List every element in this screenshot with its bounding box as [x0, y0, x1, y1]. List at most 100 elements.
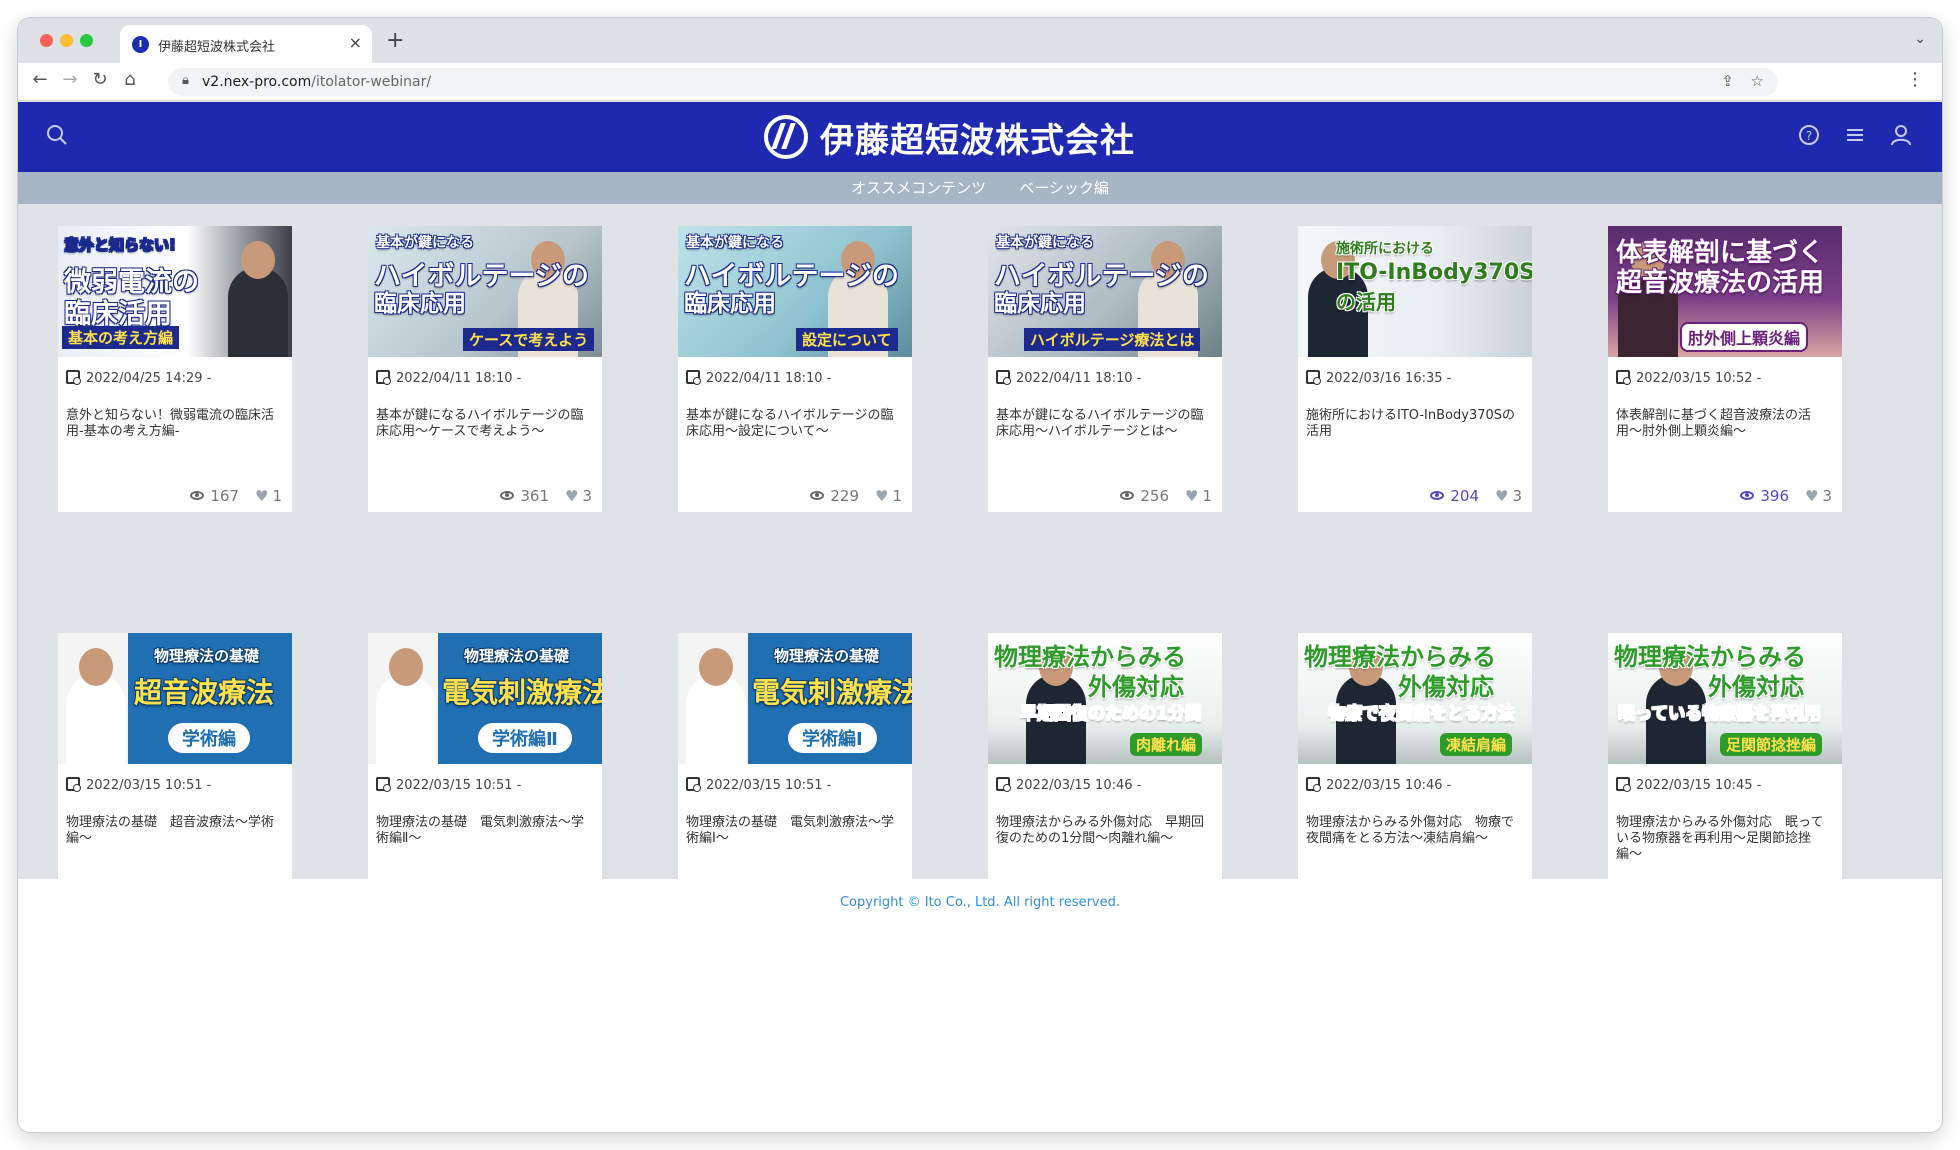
- calendar-icon: [686, 370, 701, 385]
- video-card[interactable]: 基本が鍵になる ハイボルテージの 臨床応用 ハイボルテージ療法とは 2022/04/11…: [988, 226, 1222, 512]
- video-title[interactable]: 基本が鍵になるハイボルテージの臨床応用〜ハイボルテージとは〜: [996, 408, 1216, 440]
- maximize-window-button[interactable]: [80, 34, 93, 47]
- video-card[interactable]: 物理療法の基礎 電気刺激療法 学術編Ⅱ 2022/03/15 10:51 - 物理療法の…: [368, 633, 602, 919]
- sub-navigation: オススメコンテンツ ベーシック編: [18, 172, 1942, 204]
- video-title[interactable]: 基本が鍵になるハイボルテージの臨床応用〜ケースで考えよう〜: [376, 408, 596, 440]
- help-icon[interactable]: ?: [1798, 124, 1820, 152]
- video-title[interactable]: 物理療法からみる外傷対応 早期回復のための1分間〜肉離れ編〜: [996, 815, 1216, 847]
- video-thumbnail[interactable]: 物理療法の基礎 超音波療法 学術編: [58, 633, 292, 764]
- browser-menu-icon[interactable]: ⋮: [1906, 69, 1924, 90]
- subnav-item-basic[interactable]: ベーシック編: [1019, 172, 1109, 204]
- video-title[interactable]: 体表解剖に基づく超音波療法の活用〜肘外側上顆炎編〜: [1616, 408, 1836, 440]
- video-thumbnail[interactable]: 基本が鍵になる ハイボルテージの 臨床応用 ケースで考えよう: [368, 226, 602, 357]
- video-card[interactable]: 物理療法の基礎 超音波療法 学術編 2022/03/15 10:51 - 物理療法の基礎…: [58, 633, 292, 919]
- close-window-button[interactable]: [40, 34, 53, 47]
- subnav-item-recommended[interactable]: オススメコンテンツ: [851, 172, 986, 204]
- video-card[interactable]: 体表解剖に基づく 超音波療法の活用 肘外側上顆炎編 2022/03/15 10:52 …: [1608, 226, 1842, 512]
- heart-icon[interactable]: ♥: [1495, 487, 1508, 505]
- view-count: 396: [1760, 487, 1789, 505]
- heart-icon[interactable]: ♥: [1805, 487, 1818, 505]
- video-card[interactable]: 基本が鍵になる ハイボルテージの 臨床応用 設定について 2022/04/11 18:1…: [678, 226, 912, 512]
- heart-icon[interactable]: ♥: [875, 487, 888, 505]
- video-card[interactable]: 基本が鍵になる ハイボルテージの 臨床応用 ケースで考えよう 2022/04/11 18…: [368, 226, 602, 512]
- video-thumbnail[interactable]: 体表解剖に基づく 超音波療法の活用 肘外側上顆炎編: [1608, 226, 1842, 357]
- like-count: 1: [272, 487, 282, 505]
- thumbnail-badge: 凍結肩編: [1440, 733, 1513, 756]
- publish-date: 2022/04/11 18:10 -: [686, 370, 831, 386]
- publish-date-text: 2022/03/15 10:52 -: [1636, 371, 1762, 386]
- eye-icon: [1120, 491, 1135, 500]
- address-bar[interactable]: 🔒︎ v2.nex-pro.com/itolator-webinar/ ⇪ ☆: [168, 68, 1778, 96]
- video-thumbnail[interactable]: 意外と知らない! 微弱電流の 臨床活用 基本の考え方編: [58, 226, 292, 357]
- video-thumbnail[interactable]: 物理療法からみる 外傷対応 早期回復のための1分間 肉離れ編: [988, 633, 1222, 764]
- video-thumbnail[interactable]: 基本が鍵になる ハイボルテージの 臨床応用 設定について: [678, 226, 912, 357]
- favicon-icon: I: [132, 36, 149, 53]
- video-card[interactable]: 物理療法からみる 外傷対応 眠っている物療器を再利用 足関節捻挫編 2022/03/15…: [1608, 633, 1842, 919]
- bookmark-star-icon[interactable]: ☆: [1751, 72, 1764, 90]
- video-stats: 229 ♥ 1: [810, 487, 902, 505]
- publish-date-text: 2022/03/15 10:51 -: [706, 778, 832, 793]
- view-count: 229: [830, 487, 859, 505]
- close-tab-icon[interactable]: ×: [349, 33, 362, 52]
- publish-date: 2022/03/16 16:35 -: [1306, 370, 1451, 386]
- video-card[interactable]: 物理療法からみる 外傷対応 物療で夜間痛をとる方法 凍結肩編 2022/03/15 10…: [1298, 633, 1532, 919]
- thumbnail-badge: 学術編Ⅱ: [478, 723, 572, 753]
- forward-icon[interactable]: →: [58, 69, 82, 90]
- video-thumbnail[interactable]: 物理療法からみる 外傷対応 物療で夜間痛をとる方法 凍結肩編: [1298, 633, 1532, 764]
- heart-icon[interactable]: ♥: [255, 487, 268, 505]
- user-icon[interactable]: [1890, 124, 1912, 152]
- thumbnail-caption: 電気刺激療法: [442, 676, 602, 709]
- minimize-window-button[interactable]: [60, 34, 73, 47]
- video-title[interactable]: 基本が鍵になるハイボルテージの臨床応用〜設定について〜: [686, 408, 906, 440]
- video-thumbnail[interactable]: 施術所における ITO-InBody370S の活用: [1298, 226, 1532, 357]
- video-title[interactable]: 物理療法からみる外傷対応 物療で夜間痛をとる方法〜凍結肩編〜: [1306, 815, 1526, 847]
- video-title[interactable]: 物理療法の基礎 電気刺激療法〜学術編Ⅱ〜: [376, 815, 596, 847]
- thumbnail-caption: 臨床応用: [684, 291, 776, 317]
- menu-icon[interactable]: [1844, 124, 1866, 152]
- video-title[interactable]: 意外と知らない！微弱電流の臨床活用-基本の考え方編-: [66, 408, 286, 440]
- reload-icon[interactable]: ↻: [88, 69, 112, 90]
- back-icon[interactable]: ←: [28, 69, 52, 90]
- view-count: 256: [1140, 487, 1169, 505]
- presenter-head: [699, 648, 733, 686]
- video-thumbnail[interactable]: 基本が鍵になる ハイボルテージの 臨床応用 ハイボルテージ療法とは: [988, 226, 1222, 357]
- thumbnail-badge: 学術編Ⅰ: [788, 723, 877, 753]
- calendar-icon: [1306, 370, 1321, 385]
- video-thumbnail[interactable]: 物理療法からみる 外傷対応 眠っている物療器を再利用 足関節捻挫編: [1608, 633, 1842, 764]
- video-title[interactable]: 施術所におけるITO-InBody370Sの活用: [1306, 408, 1526, 440]
- logo-mark-icon: [764, 115, 808, 159]
- search-icon[interactable]: [46, 124, 68, 152]
- publish-date: 2022/03/15 10:51 -: [66, 777, 211, 793]
- video-title[interactable]: 物理療法の基礎 電気刺激療法〜学術編Ⅰ〜: [686, 815, 906, 847]
- publish-date: 2022/04/25 14:29 -: [66, 370, 211, 386]
- thumbnail-badge: 肉離れ編: [1130, 733, 1203, 756]
- chevron-down-icon[interactable]: ⌄: [1914, 31, 1926, 47]
- video-title[interactable]: 物理療法からみる外傷対応 眠っている物療器を再利用〜足関節捻挫編〜: [1616, 815, 1836, 863]
- like-count: 3: [1512, 487, 1522, 505]
- browser-tab[interactable]: I 伊藤超短波株式会社 ×: [120, 25, 372, 63]
- calendar-icon: [686, 777, 701, 792]
- copyright-text: Copyright © Ito Co., Ltd. All right rese…: [839, 895, 1121, 910]
- eye-icon: [1430, 491, 1445, 500]
- video-thumbnail[interactable]: 物理療法の基礎 電気刺激療法 学術編Ⅱ: [368, 633, 602, 764]
- video-title[interactable]: 物理療法の基礎 超音波療法〜学術編〜: [66, 815, 286, 847]
- site-logo[interactable]: 伊藤超短波株式会社: [764, 112, 1135, 162]
- publish-date: 2022/03/15 10:45 -: [1616, 777, 1761, 793]
- calendar-icon: [996, 370, 1011, 385]
- video-card[interactable]: 意外と知らない! 微弱電流の 臨床活用 基本の考え方編 2022/04/25 14:29…: [58, 226, 292, 512]
- heart-icon[interactable]: ♥: [565, 487, 578, 505]
- video-card[interactable]: 物理療法からみる 外傷対応 早期回復のための1分間 肉離れ編 2022/03/15 10…: [988, 633, 1222, 919]
- browser-toolbar: ← → ↻ ⌂ 🔒︎ v2.nex-pro.com/itolator-webin…: [18, 63, 1942, 101]
- new-tab-icon[interactable]: +: [386, 28, 404, 53]
- eye-icon: [810, 491, 825, 500]
- video-card[interactable]: 物理療法の基礎 電気刺激療法 学術編Ⅰ 2022/03/15 10:51 - 物理療法の…: [678, 633, 912, 919]
- heart-icon[interactable]: ♥: [1185, 487, 1198, 505]
- video-card[interactable]: 施術所における ITO-InBody370S の活用 2022/03/16 16:35…: [1298, 226, 1532, 512]
- tab-strip: I 伊藤超短波株式会社 × + ⌄: [18, 18, 1942, 63]
- video-thumbnail[interactable]: 物理療法の基礎 電気刺激療法 学術編Ⅰ: [678, 633, 912, 764]
- thumbnail-badge: 肘外側上顆炎編: [1680, 322, 1809, 352]
- share-icon[interactable]: ⇪: [1721, 72, 1734, 90]
- publish-date-text: 2022/03/15 10:46 -: [1326, 778, 1452, 793]
- home-icon[interactable]: ⌂: [118, 69, 142, 90]
- view-count: 167: [210, 487, 239, 505]
